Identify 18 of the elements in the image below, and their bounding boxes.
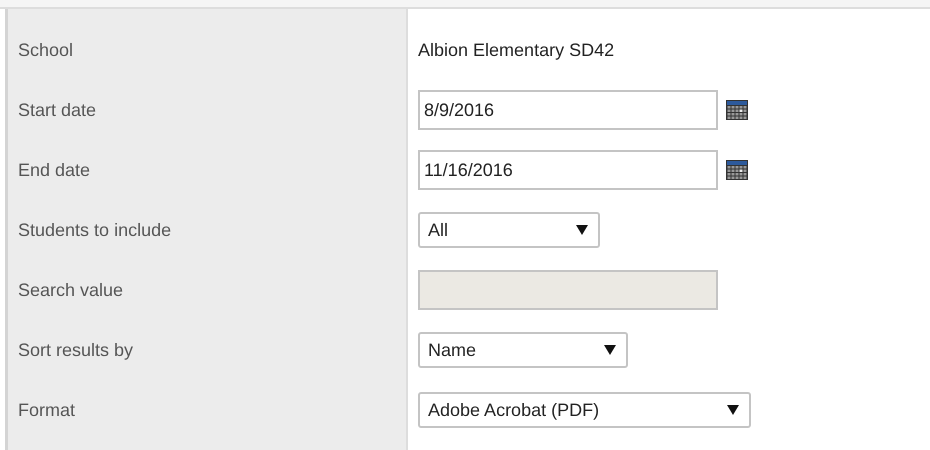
field-label: Students to include [17,218,172,242]
dropdown[interactable]: Adobe Acrobat (PDF) [418,392,752,428]
calendar-icon[interactable] [726,160,748,180]
date-field[interactable]: 11/16/2016 [418,150,718,190]
field-label: End date [17,158,90,182]
dropdown[interactable]: Name [418,332,628,368]
dropdown[interactable]: All [418,212,600,248]
caret-icon [576,225,588,235]
calendar-icon[interactable] [726,100,748,120]
caret-icon [604,345,616,355]
field-label: School [17,38,74,62]
date-field[interactable]: 8/9/2016 [418,90,718,130]
field-label: Format [17,398,76,422]
field-label: Sort results by [17,338,134,362]
field-label: Start date [17,98,96,122]
caret-icon [727,405,740,415]
field-label: Search value [17,278,124,302]
school-name: Albion Elementary SD42 [418,38,614,62]
